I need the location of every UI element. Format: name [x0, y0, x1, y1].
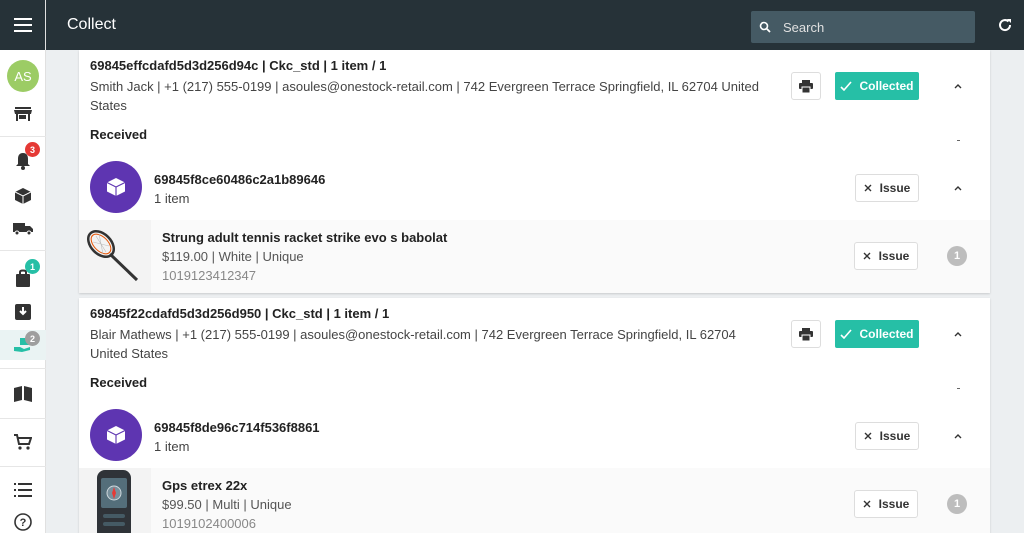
item-issue-button[interactable]: Issue [854, 490, 918, 518]
sidebar-item-shipping[interactable] [0, 215, 46, 243]
print-button[interactable] [791, 72, 821, 100]
item-meta: $99.50 | Multi | Unique [162, 497, 292, 512]
order-customer-info: Blair Mathews | +1 (217) 555-0199 | asou… [90, 327, 736, 361]
collapse-parcel-button[interactable] [952, 182, 964, 194]
quantity-badge: 1 [947, 494, 967, 514]
sidebar-item-help[interactable]: ? [0, 508, 46, 533]
collected-button[interactable]: Collected [835, 72, 919, 100]
list-icon [14, 483, 32, 497]
avatar: AS [7, 60, 39, 92]
parcel-avatar [90, 409, 142, 461]
page-title: Collect [67, 16, 116, 33]
inbox-download-icon [15, 304, 31, 320]
svg-text:?: ? [20, 517, 27, 529]
section-label: Received [90, 127, 148, 142]
item-issue-button[interactable]: Issue [854, 242, 918, 270]
sidebar-item-bag[interactable]: 1 [0, 259, 46, 292]
package-icon [15, 188, 31, 204]
close-icon [863, 252, 871, 260]
parcel-avatar [90, 161, 142, 213]
parcel-id: 69845f8de96c714f536f8861 [154, 420, 320, 435]
item-sku: 1019102400006 [162, 516, 256, 531]
list-item: Strung adult tennis racket strike evo s … [79, 220, 990, 293]
search-input[interactable] [783, 19, 963, 35]
chevron-up-icon [954, 433, 962, 438]
sidebar-item-catalog[interactable] [0, 380, 46, 408]
section-label: Received [90, 375, 148, 390]
order-id: 69845f22cdafd5d3d256d950 | Ckc_std | 1 i… [90, 306, 390, 321]
help-icon: ? [14, 513, 32, 531]
chevron-up-icon [954, 185, 962, 190]
sidebar-item-notifications[interactable]: 3 [0, 142, 46, 175]
chevron-up-icon [954, 331, 962, 336]
collect-list: 69845effcdafd5d3d256d94c | Ckc_std | 1 i… [46, 50, 1024, 533]
product-image [79, 468, 151, 533]
collect-badge: 2 [25, 331, 40, 346]
notifications-badge: 3 [25, 142, 40, 157]
bag-badge: 1 [25, 259, 40, 274]
search-icon [759, 21, 771, 33]
sidebar-item-store[interactable] [0, 100, 46, 128]
parcel-id: 69845f8ce60486c2a1b89646 [154, 172, 326, 187]
collected-label: Collected [859, 327, 914, 341]
tennis-racket-image [87, 230, 139, 282]
sidebar: AS 3 1 2 ? [0, 0, 46, 533]
collapse-order-button[interactable] [952, 328, 964, 340]
parcel-count: 1 item [154, 439, 190, 454]
close-icon [864, 184, 872, 192]
cart-icon [14, 434, 32, 450]
item-meta: $119.00 | White | Unique [162, 249, 304, 264]
sidebar-item-cart[interactable] [0, 428, 46, 456]
close-icon [864, 432, 872, 440]
order-card: 69845f22cdafd5d3d256d950 | Ckc_std | 1 i… [79, 298, 990, 533]
hand-check-icon [840, 81, 853, 91]
sidebar-item-packages[interactable] [0, 182, 46, 210]
gps-device-image [97, 470, 131, 533]
sidebar-item-collect[interactable]: 2 [0, 330, 46, 360]
sidebar-item-inbox[interactable] [0, 298, 46, 326]
store-icon [14, 107, 32, 121]
search-box[interactable] [751, 11, 975, 43]
printer-icon [799, 327, 813, 341]
collected-button[interactable]: Collected [835, 320, 919, 348]
collected-label: Collected [859, 79, 914, 93]
hand-check-icon [840, 329, 853, 339]
refresh-icon [999, 19, 1012, 32]
order-id: 69845effcdafd5d3d256d94c | Ckc_std | 1 i… [90, 58, 387, 73]
item-name: Gps etrex 22x [162, 478, 248, 493]
collapse-order-button[interactable] [952, 80, 964, 92]
top-bar: Collect [46, 0, 1024, 50]
sidebar-item-list[interactable] [0, 476, 46, 504]
book-icon [14, 386, 32, 402]
parcel-count: 1 item [154, 191, 190, 206]
truck-icon [13, 223, 33, 236]
chevron-up-icon [954, 83, 962, 88]
refresh-button[interactable] [998, 18, 1012, 32]
parcel-issue-button[interactable]: Issue [855, 174, 919, 202]
printer-icon [799, 79, 813, 93]
item-sku: 1019123412347 [162, 268, 256, 283]
item-name: Strung adult tennis racket strike evo s … [162, 230, 448, 245]
print-button[interactable] [791, 320, 821, 348]
package-icon [107, 426, 125, 444]
order-card: 69845effcdafd5d3d256d94c | Ckc_std | 1 i… [79, 50, 990, 293]
menu-button[interactable] [0, 0, 45, 50]
list-item: Gps etrex 22x $99.50 | Multi | Unique 10… [79, 468, 990, 533]
hamburger-icon [13, 18, 32, 32]
product-image [79, 220, 151, 293]
collapse-parcel-button[interactable] [952, 430, 964, 442]
parcel-issue-button[interactable]: Issue [855, 422, 919, 450]
user-avatar[interactable]: AS [0, 60, 46, 92]
close-icon [863, 500, 871, 508]
quantity-badge: 1 [947, 246, 967, 266]
package-icon [107, 178, 125, 196]
order-customer-info: Smith Jack | +1 (217) 555-0199 | asoules… [90, 79, 759, 113]
